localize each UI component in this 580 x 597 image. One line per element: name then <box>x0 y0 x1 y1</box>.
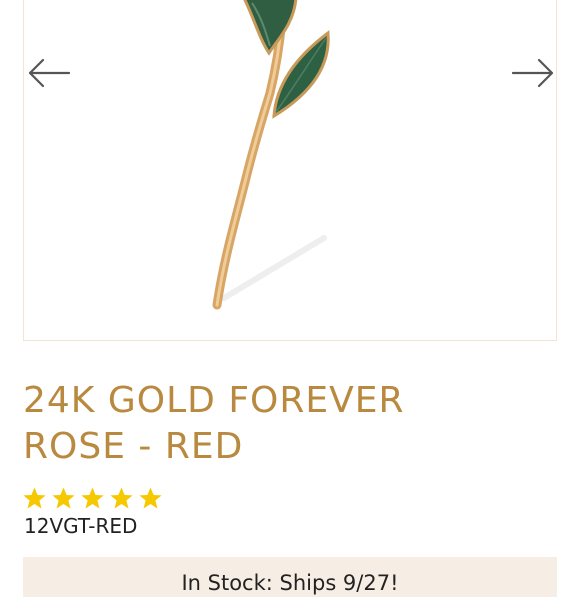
star-icon <box>81 487 104 509</box>
stock-status-text: In Stock: Ships 9/27! <box>181 571 399 595</box>
previous-image-button[interactable] <box>26 53 72 93</box>
next-image-button[interactable] <box>510 53 556 93</box>
product-title: 24K GOLD FOREVER ROSE - RED <box>23 378 553 470</box>
star-icon <box>110 487 133 509</box>
product-image-gallery[interactable] <box>23 0 557 341</box>
product-image <box>212 0 330 310</box>
product-sku: 12VGT-RED <box>24 514 138 538</box>
star-icon <box>139 487 162 509</box>
arrow-right-icon <box>511 58 554 88</box>
arrow-left-icon <box>28 58 71 88</box>
star-icon <box>23 487 46 509</box>
star-rating[interactable] <box>22 486 163 511</box>
stock-status-banner: In Stock: Ships 9/27! <box>23 557 557 597</box>
star-icon <box>52 487 75 509</box>
product-title-line1: 24K GOLD FOREVER <box>23 380 405 421</box>
product-title-line2: ROSE - RED <box>23 426 244 467</box>
